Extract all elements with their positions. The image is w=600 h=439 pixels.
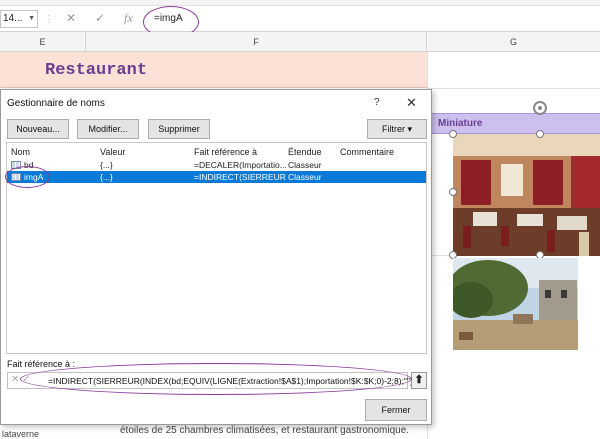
new-button[interactable]: Nouveau... xyxy=(7,119,69,139)
rotate-handle-icon[interactable] xyxy=(533,101,547,115)
restaurant-photo[interactable] xyxy=(453,134,600,256)
cancel-icon[interactable]: ✕ xyxy=(66,11,76,25)
scope-cell: Classeur xyxy=(288,160,322,170)
name-manager-dialog: Gestionnaire de noms ? ✕ Nouveau... Modi… xyxy=(0,89,432,425)
named-range-icon xyxy=(11,173,21,181)
column-header-e[interactable]: E xyxy=(0,32,86,52)
dialog-title: Gestionnaire de noms xyxy=(7,98,105,109)
cancel-icon: ✕ xyxy=(11,374,20,385)
list-item[interactable]: bd {...} =DECALER(Importatio... Classeur xyxy=(7,159,426,171)
restaurant-interior-image xyxy=(453,134,600,256)
title-cell[interactable]: Restaurant xyxy=(0,52,427,88)
refers-to-field[interactable]: ✕ ✓ =INDIRECT(SIERREUR(INDEX(bd;EQUIV(LI… xyxy=(7,372,416,389)
resize-handle[interactable] xyxy=(449,188,457,196)
gridline xyxy=(427,88,600,89)
refers-cell: =INDIRECT(SIERREUR(... xyxy=(194,172,286,182)
enter-icon[interactable]: ✓ xyxy=(95,11,105,25)
separator-icon: ⋮ xyxy=(44,14,54,25)
name-box[interactable]: 14... ▼ xyxy=(0,10,38,28)
formula-bar: 14... ▼ ⋮ ✕ ✓ fx =imgA xyxy=(0,6,600,32)
name-cell: bd xyxy=(24,160,34,170)
value-cell: {...} xyxy=(100,160,113,170)
resize-handle[interactable] xyxy=(449,130,457,138)
named-range-icon xyxy=(11,161,21,169)
names-list[interactable]: Nom Valeur Fait référence à Étendue Comm… xyxy=(6,142,427,354)
column-header-refers-to[interactable]: Fait référence à xyxy=(194,147,257,157)
close-button[interactable]: Fermer xyxy=(365,399,427,421)
column-header-scope[interactable]: Étendue xyxy=(288,147,322,157)
delete-button[interactable]: Supprimer xyxy=(148,119,210,139)
chevron-down-icon[interactable]: ▼ xyxy=(28,11,35,27)
formula-input[interactable]: =imgA xyxy=(146,10,596,28)
check-icon: ✓ xyxy=(22,374,31,385)
name-box-value: 14... xyxy=(3,13,23,24)
name-cell: imgA xyxy=(24,172,44,182)
cell-text[interactable]: lataverne xyxy=(2,429,39,439)
insert-function-icon[interactable]: fx xyxy=(124,11,133,26)
village-photo[interactable] xyxy=(453,258,578,350)
refers-to-formula: =INDIRECT(SIERREUR(INDEX(bd;EQUIV(LIGNE(… xyxy=(48,376,416,386)
refers-cell: =DECALER(Importatio... xyxy=(194,160,286,170)
village-image xyxy=(453,258,578,350)
column-header-f[interactable]: F xyxy=(86,32,427,52)
column-header-name[interactable]: Nom xyxy=(11,147,30,157)
resize-handle[interactable] xyxy=(536,130,544,138)
value-cell: {...} xyxy=(100,172,113,182)
scope-cell: Classeur xyxy=(288,172,322,182)
column-header-value[interactable]: Valeur xyxy=(100,147,125,157)
column-header-g[interactable]: G xyxy=(427,32,600,52)
edit-button[interactable]: Modifier... xyxy=(77,119,139,139)
column-header-comment[interactable]: Commentaire xyxy=(340,147,394,157)
filter-button[interactable]: Filtrer ▾ xyxy=(367,119,427,139)
column-headers: E F G xyxy=(0,32,600,52)
close-icon[interactable]: ✕ xyxy=(406,95,417,111)
miniature-header-cell[interactable]: Miniature xyxy=(432,113,600,134)
list-item-selected[interactable]: imgA {...} =INDIRECT(SIERREUR(... Classe… xyxy=(7,171,426,183)
description-cell[interactable]: étoiles de 25 chambres climatisées, et r… xyxy=(120,425,409,436)
refers-to-label: Fait référence à : xyxy=(7,359,76,369)
sheet-title: Restaurant xyxy=(45,61,148,80)
miniature-label: Miniature xyxy=(438,118,483,129)
collapse-dialog-button[interactable]: ⬆ xyxy=(411,372,427,389)
help-icon[interactable]: ? xyxy=(374,97,380,108)
